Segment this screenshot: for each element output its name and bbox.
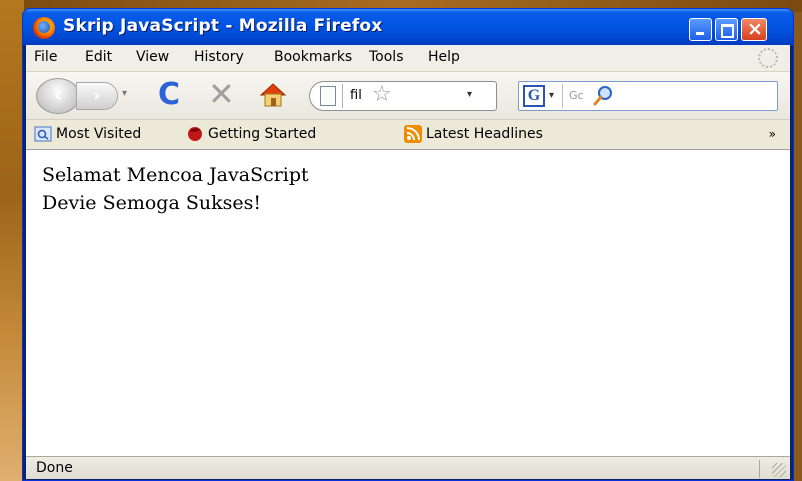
page-icon bbox=[320, 86, 336, 106]
status-bar: Done bbox=[26, 456, 790, 479]
bookmark-star-icon[interactable]: ☆ bbox=[372, 82, 392, 107]
content-line-1: Selamat Mencoa JavaScript bbox=[42, 164, 309, 186]
menu-bar: File Edit View History Bookmarks Tools H… bbox=[26, 45, 790, 71]
forward-button[interactable]: › bbox=[76, 82, 118, 110]
bookmark-most-visited[interactable]: Most Visited bbox=[56, 126, 141, 142]
bookmarks-overflow-button[interactable]: » bbox=[769, 127, 776, 141]
firefox-logo-icon bbox=[33, 17, 55, 39]
google-engine-icon[interactable]: G bbox=[523, 85, 545, 107]
search-input[interactable]: Gc bbox=[569, 89, 584, 102]
firefox-icon bbox=[188, 127, 202, 141]
search-icon[interactable] bbox=[591, 84, 615, 108]
address-input[interactable]: fil bbox=[350, 88, 362, 103]
activity-throbber-icon bbox=[758, 48, 778, 68]
bookmarks-toolbar: Most Visited Getting Started Latest Head… bbox=[26, 119, 790, 150]
desktop-background-left bbox=[0, 0, 24, 481]
page-content: Selamat Mencoa JavaScript Devie Semoga S… bbox=[26, 149, 790, 457]
minimize-button[interactable] bbox=[689, 18, 712, 41]
address-separator bbox=[342, 84, 343, 108]
menu-history[interactable]: History bbox=[194, 49, 244, 65]
close-button[interactable]: × bbox=[741, 18, 767, 41]
status-text: Done bbox=[36, 460, 73, 476]
browser-window: Skrip JavaScript - Mozilla Firefox × Fil… bbox=[22, 8, 794, 481]
resize-grip[interactable] bbox=[772, 463, 786, 477]
close-icon: × bbox=[747, 18, 763, 40]
content-line-2: Devie Semoga Sukses! bbox=[42, 192, 261, 214]
back-button[interactable]: ‹ bbox=[36, 78, 80, 114]
address-dropdown-icon[interactable]: ▾ bbox=[467, 89, 472, 100]
bookmark-getting-started[interactable]: Getting Started bbox=[208, 126, 316, 142]
title-bar[interactable]: Skrip JavaScript - Mozilla Firefox × bbox=[23, 9, 793, 45]
reload-icon[interactable]: C bbox=[158, 77, 180, 112]
browser-client-area: File Edit View History Bookmarks Tools H… bbox=[26, 45, 790, 479]
history-dropdown-icon[interactable]: ▾ bbox=[122, 88, 127, 99]
menu-view[interactable]: View bbox=[136, 49, 169, 65]
menu-file[interactable]: File bbox=[34, 49, 57, 65]
search-separator bbox=[562, 84, 563, 108]
stop-icon[interactable]: ✕ bbox=[208, 75, 235, 113]
search-engine-dropdown-icon[interactable]: ▾ bbox=[549, 90, 554, 101]
menu-edit[interactable]: Edit bbox=[85, 49, 112, 65]
address-bar[interactable]: fil ☆ ▾ bbox=[309, 81, 497, 111]
search-bar[interactable]: G ▾ Gc bbox=[518, 81, 778, 111]
menu-bookmarks[interactable]: Bookmarks bbox=[274, 49, 352, 65]
status-separator bbox=[759, 460, 760, 478]
maximize-button[interactable] bbox=[715, 18, 738, 41]
menu-help[interactable]: Help bbox=[428, 49, 460, 65]
rss-icon bbox=[404, 125, 422, 143]
back-arrow-icon: ‹ bbox=[53, 83, 63, 108]
navigation-toolbar: ‹ › ▾ C ✕ fil ☆ ▾ G ▾ Gc bbox=[26, 71, 790, 120]
bookmark-latest-headlines[interactable]: Latest Headlines bbox=[426, 126, 543, 142]
menu-tools[interactable]: Tools bbox=[369, 49, 404, 65]
window-title: Skrip JavaScript - Mozilla Firefox bbox=[63, 16, 383, 36]
forward-arrow-icon: › bbox=[93, 85, 101, 106]
home-icon[interactable] bbox=[258, 80, 288, 110]
most-visited-icon bbox=[34, 126, 52, 142]
